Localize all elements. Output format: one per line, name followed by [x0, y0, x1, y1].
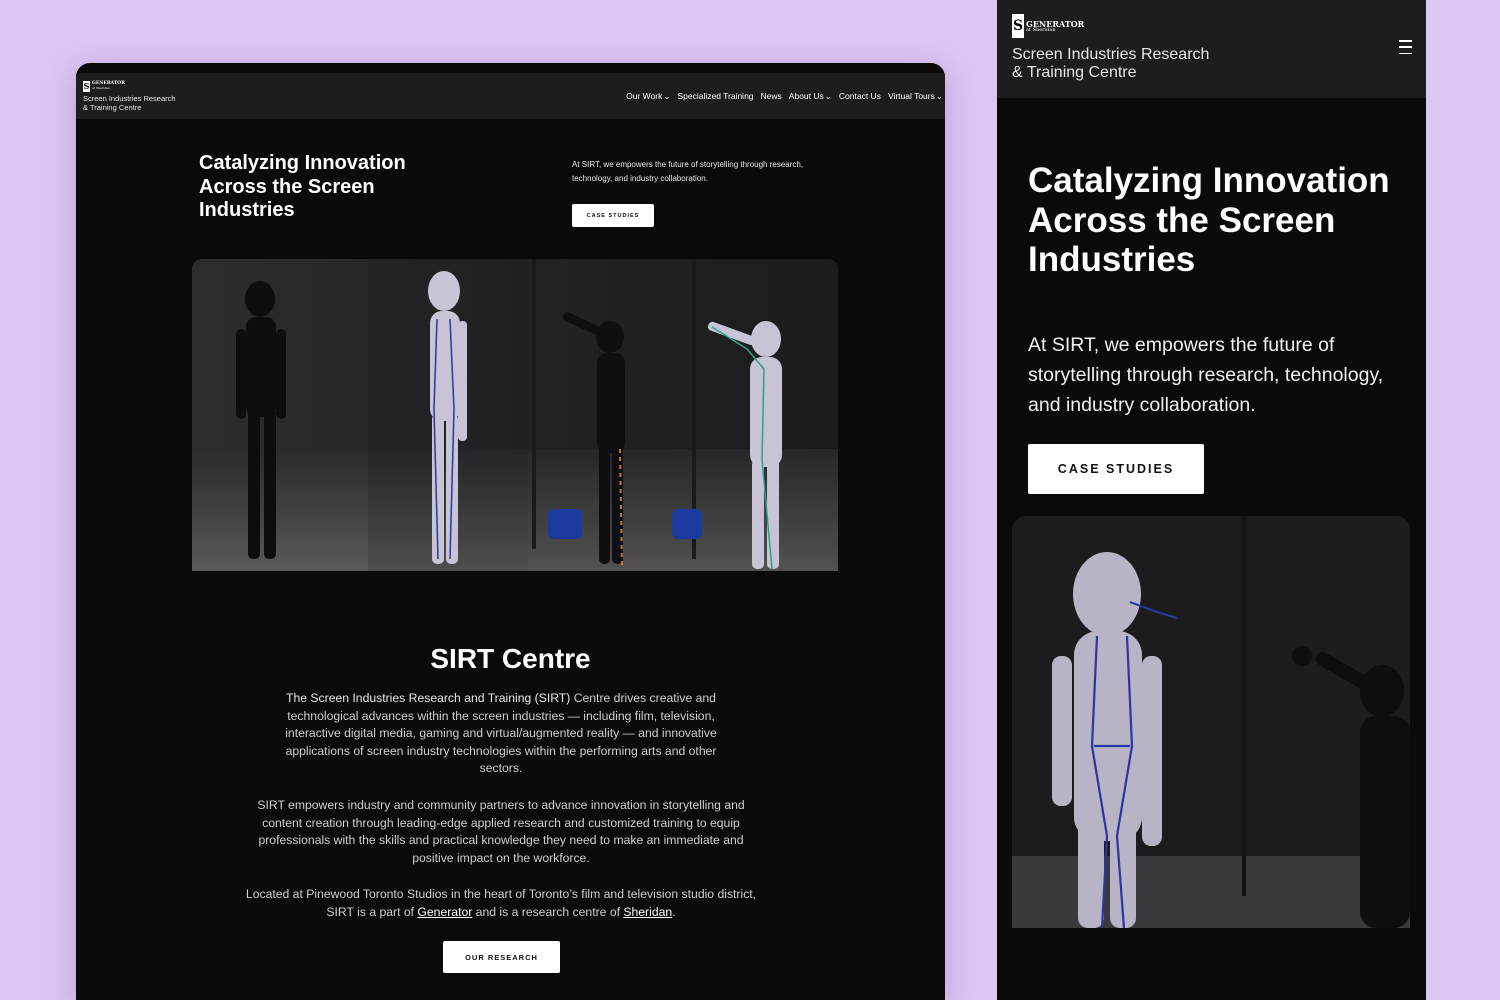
- nav-item-contact-us[interactable]: Contact Us: [839, 91, 881, 101]
- logo-mark: S: [83, 80, 90, 92]
- nav-item-about-us[interactable]: About Us⌄: [789, 91, 832, 102]
- about-paragraph-3: Located at Pinewood Toronto Studios in t…: [245, 887, 757, 919]
- hero-description: At SIRT, we empowers the future of story…: [572, 160, 804, 183]
- case-studies-button[interactable]: CASE STUDIES: [572, 204, 654, 227]
- hamburger-icon[interactable]: [1399, 40, 1412, 54]
- brand-name: Screen Industries Research & Training Ce…: [1012, 46, 1210, 81]
- hero-image-motion-capture: [192, 259, 838, 571]
- about-paragraph-1: The Screen Industries Research and Train…: [285, 691, 717, 776]
- chevron-down-icon: ⌄: [824, 90, 832, 101]
- case-studies-button[interactable]: CASE STUDIES: [1028, 444, 1204, 494]
- section-title-sirt-centre: SIRT Centre: [430, 643, 591, 674]
- generator-logo: S GENERATOR at Sheridan: [83, 80, 176, 92]
- generator-logo: S GENERATOR at Sheridan: [1012, 14, 1426, 38]
- nav-item-virtual-tours[interactable]: Virtual Tours⌄: [888, 91, 943, 102]
- hero-title: Catalyzing Innovation Across the Screen …: [199, 152, 406, 221]
- desktop-preview: S GENERATOR at Sheridan Screen Industrie…: [76, 63, 945, 1000]
- hero-description: At SIRT, we empowers the future of story…: [1028, 334, 1384, 416]
- nav-item-our-work[interactable]: Our Work⌄: [626, 91, 670, 102]
- brand-name: Screen Industries Research & Training Ce…: [83, 93, 176, 112]
- site-header: S GENERATOR at Sheridan Screen Industrie…: [76, 73, 945, 119]
- brand-logo[interactable]: S GENERATOR at Sheridan Screen Industrie…: [1012, 14, 1426, 82]
- chevron-down-icon: ⌄: [663, 90, 671, 101]
- main-nav: Our Work⌄ Specialized Training News Abou…: [626, 91, 943, 102]
- nav-item-news[interactable]: News: [761, 91, 782, 101]
- hero-image-motion-capture: [1012, 516, 1410, 928]
- logo-mark: S: [1012, 14, 1024, 38]
- sheridan-link[interactable]: Sheridan: [623, 905, 672, 919]
- our-research-button[interactable]: OUR RESEARCH: [443, 941, 560, 973]
- nav-item-specialized-training[interactable]: Specialized Training: [677, 91, 753, 101]
- generator-link[interactable]: Generator: [417, 905, 472, 919]
- about-paragraph-2: SIRT empowers industry and community par…: [257, 798, 745, 865]
- logo-subtext: at Sheridan: [92, 85, 110, 90]
- brand-logo[interactable]: S GENERATOR at Sheridan Screen Industrie…: [83, 80, 176, 112]
- logo-subtext: at Sheridan: [1026, 26, 1056, 33]
- mobile-header: S GENERATOR at Sheridan Screen Industrie…: [997, 0, 1426, 98]
- mobile-preview: S GENERATOR at Sheridan Screen Industrie…: [997, 0, 1426, 1000]
- hero-title: Catalyzing Innovation Across the Screen …: [1028, 161, 1390, 279]
- chevron-down-icon: ⌄: [935, 90, 943, 101]
